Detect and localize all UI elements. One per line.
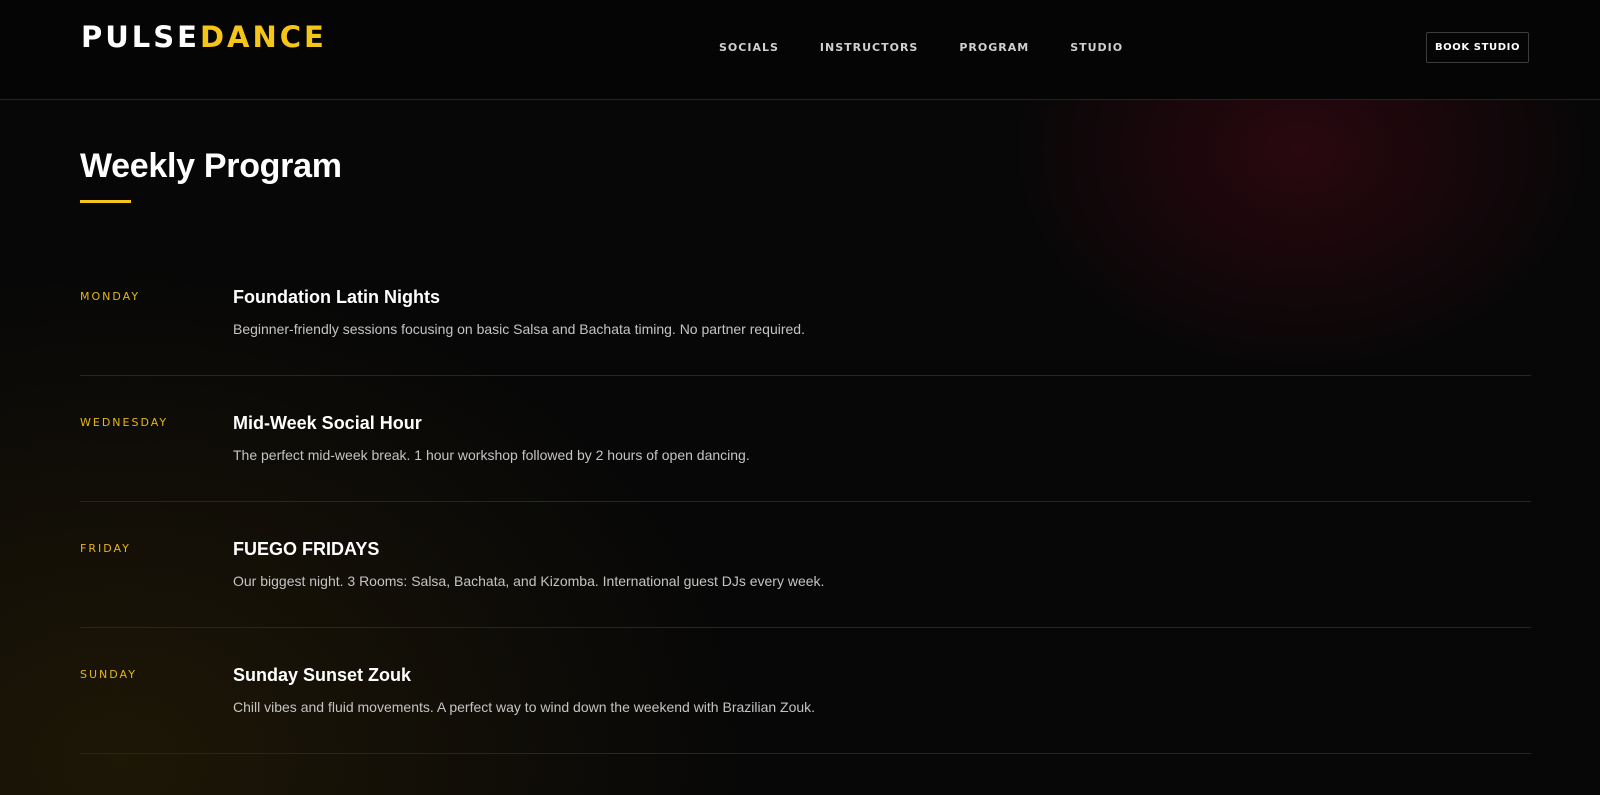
title-underline bbox=[80, 200, 131, 203]
schedule-day: Wednesday bbox=[80, 412, 169, 430]
page-title: Weekly Program bbox=[80, 147, 342, 185]
schedule-day: Monday bbox=[80, 286, 141, 304]
schedule-event-title: Sunday Sunset Zouk bbox=[233, 665, 412, 685]
nav-link-socials[interactable]: SOCIALS bbox=[719, 41, 779, 55]
schedule-event-description: Beginner-friendly sessions focusing on b… bbox=[233, 321, 805, 337]
page: PULSEDANCE SOCIALS INSTRUCTORS PROGRAM S… bbox=[0, 0, 1600, 795]
logo-text-dance: DANCE bbox=[199, 20, 327, 54]
schedule-row: Sunday Sunday Sunset Zouk Chill vibes an… bbox=[80, 628, 1531, 754]
main-nav: SOCIALS INSTRUCTORS PROGRAM STUDIO bbox=[719, 41, 1164, 55]
nav-link-studio[interactable]: STUDIO bbox=[1070, 41, 1123, 55]
schedule-event-title: Mid-Week Social Hour bbox=[233, 413, 422, 433]
nav-link-program[interactable]: PROGRAM bbox=[959, 41, 1029, 55]
book-studio-button[interactable]: BOOK STUDIO bbox=[1426, 32, 1529, 63]
schedule-event-title: Foundation Latin Nights bbox=[233, 287, 440, 307]
site-logo[interactable]: PULSEDANCE bbox=[81, 20, 327, 54]
schedule-event-description: Chill vibes and fluid movements. A perfe… bbox=[233, 699, 816, 715]
schedule-row: Monday Foundation Latin Nights Beginner-… bbox=[80, 250, 1531, 376]
schedule-day: Sunday bbox=[80, 664, 137, 682]
schedule-event-title: FUEGO FRIDAYS bbox=[233, 539, 380, 559]
schedule-day: Friday bbox=[80, 538, 131, 556]
schedule-event-description: Our biggest night. 3 Rooms: Salsa, Bacha… bbox=[233, 573, 825, 589]
nav-link-instructors[interactable]: INSTRUCTORS bbox=[820, 41, 918, 55]
top-bar: PULSEDANCE SOCIALS INSTRUCTORS PROGRAM S… bbox=[0, 0, 1600, 100]
schedule-row: Friday FUEGO FRIDAYS Our biggest night. … bbox=[80, 502, 1531, 628]
schedule-event-description: The perfect mid-week break. 1 hour works… bbox=[233, 447, 750, 463]
schedule-row: Wednesday Mid-Week Social Hour The perfe… bbox=[80, 376, 1531, 502]
weekly-schedule: Monday Foundation Latin Nights Beginner-… bbox=[80, 250, 1531, 754]
logo-text-pulse: PULSE bbox=[81, 20, 200, 54]
